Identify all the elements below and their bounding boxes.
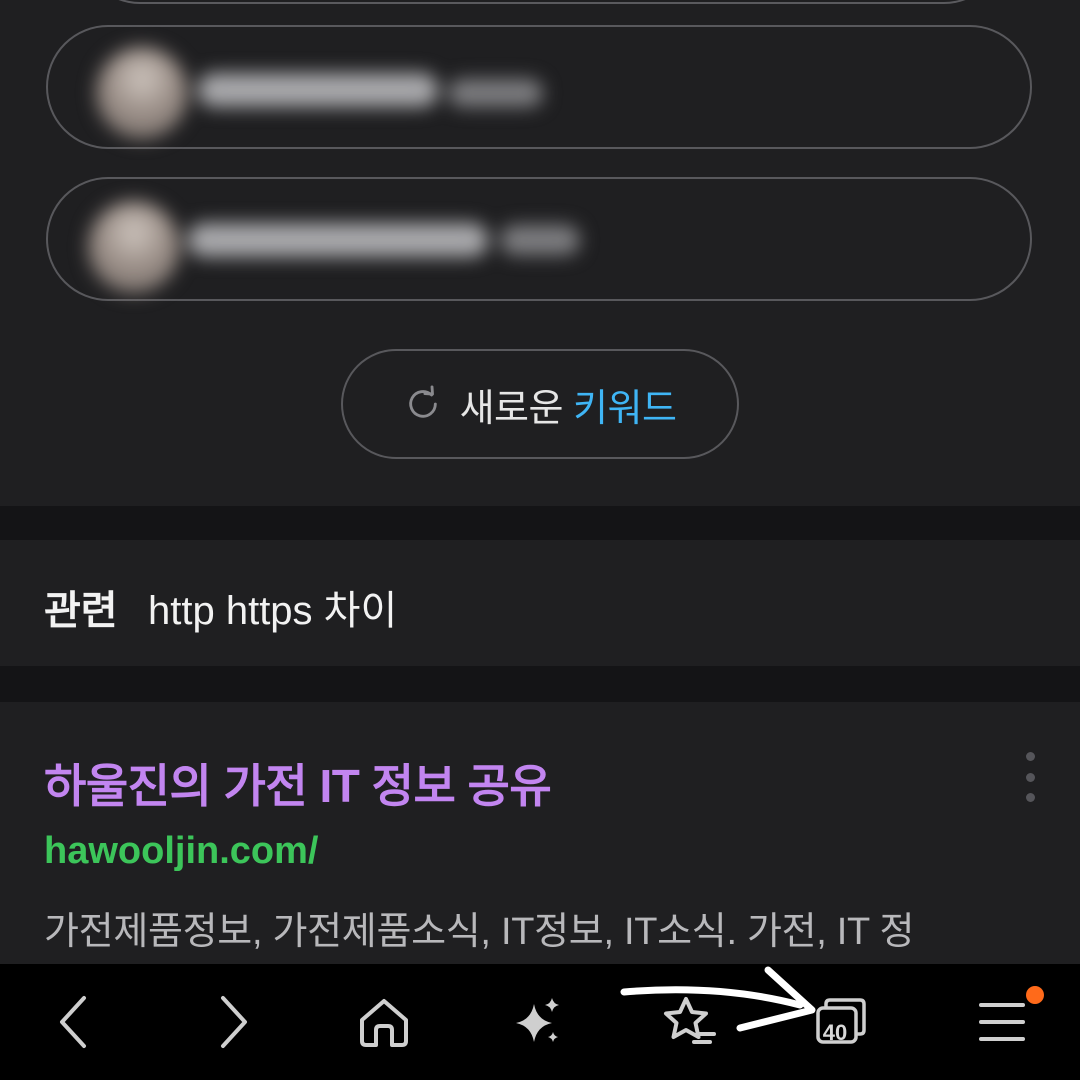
related-query-link[interactable]: http https 차이 (148, 578, 397, 636)
blurred-profile-content (48, 179, 1034, 303)
forward-button[interactable] (193, 982, 273, 1062)
menu-icon (979, 1003, 1025, 1041)
suggestion-panel: 새로운 키워드 (0, 0, 1080, 506)
dot-icon (1025, 793, 1035, 802)
result-title-link[interactable]: 하울진의 가전 IT 정보 공유 (44, 750, 552, 816)
profile-item-partial[interactable] (80, 0, 1004, 4)
tab-count: 40 (822, 1020, 848, 1045)
sparkle-icon (516, 998, 559, 1042)
result-description: 가전제품정보, 가전제품소식, IT정보, IT소식. 가전, IT 정 (44, 911, 915, 953)
home-button[interactable] (344, 982, 424, 1062)
blurred-text (448, 79, 543, 107)
more-options-button[interactable] (1018, 752, 1042, 802)
bottom-navigation-bar: 40 (0, 964, 1080, 1080)
search-result: 하울진의 가전 IT 정보 공유 hawooljin.com/ 가전제품정보, … (0, 702, 1080, 964)
related-search-section: 관련 http https 차이 (0, 540, 1080, 666)
dot-icon (1025, 752, 1035, 761)
section-divider (0, 506, 1080, 540)
home-icon (360, 999, 408, 1047)
related-label: 관련 (44, 589, 118, 633)
ai-assistant-button[interactable] (498, 982, 578, 1062)
blurred-text (500, 225, 580, 255)
blurred-text (198, 73, 438, 107)
avatar (96, 47, 188, 139)
profile-item[interactable] (46, 177, 1032, 301)
notification-dot (1026, 986, 1044, 1004)
new-keyword-button[interactable]: 새로운 키워드 (341, 349, 739, 459)
new-keyword-label-plain: 새로운 (459, 387, 564, 430)
blurred-profile-content (48, 27, 1034, 151)
forward-icon (221, 996, 247, 1048)
new-keyword-label-highlight: 키워드 (573, 387, 677, 430)
bookmark-star-icon (664, 997, 716, 1044)
back-button[interactable] (34, 982, 114, 1062)
bookmarks-button[interactable] (650, 982, 730, 1062)
back-icon (60, 996, 86, 1048)
dot-icon (1025, 772, 1035, 782)
section-divider (0, 666, 1080, 702)
result-url[interactable]: hawooljin.com/ (44, 830, 318, 873)
tabs-button[interactable]: 40 (804, 982, 884, 1062)
profile-item[interactable] (46, 25, 1032, 149)
blurred-text (188, 223, 488, 257)
new-keyword-label: 새로운 키워드 (460, 377, 677, 432)
avatar (88, 201, 180, 293)
refresh-icon (408, 385, 437, 418)
